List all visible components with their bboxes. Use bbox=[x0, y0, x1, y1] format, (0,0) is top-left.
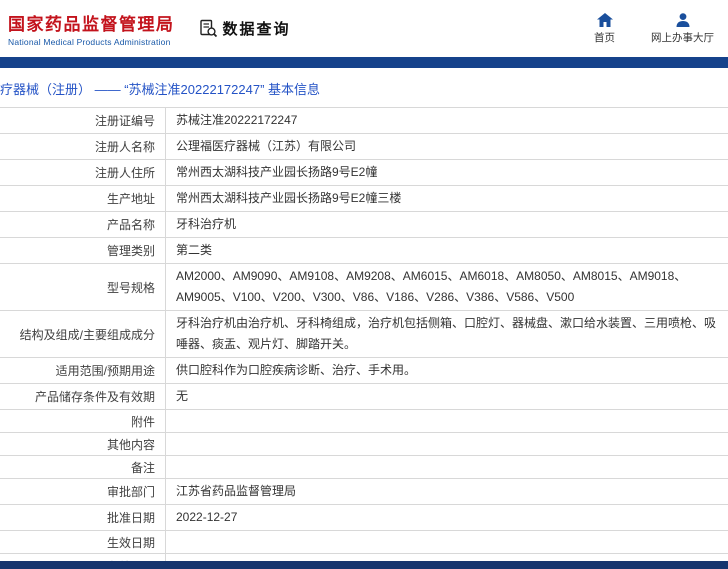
table-row: 附件 bbox=[0, 410, 728, 433]
table-row: 产品储存条件及有效期 无 bbox=[0, 384, 728, 410]
table-row: 批准日期 2022-12-27 bbox=[0, 505, 728, 531]
row-value: 公理福医疗器械（江苏）有限公司 bbox=[176, 139, 357, 153]
nav-online-hall[interactable]: 网上办事大厅 bbox=[651, 12, 714, 45]
row-label: 注册人名称 bbox=[0, 134, 166, 159]
row-value bbox=[166, 531, 728, 553]
nav-home-label: 首页 bbox=[594, 31, 615, 44]
row-label: 生效日期 bbox=[0, 531, 166, 553]
agency-name-cn: 国家药品监督管理局 bbox=[8, 15, 175, 34]
row-value: 第二类 bbox=[176, 243, 213, 257]
user-icon bbox=[675, 12, 691, 27]
agency-name-en: National Medical Products Administration bbox=[8, 37, 171, 47]
row-value: 江苏省药品监督管理局 bbox=[176, 484, 297, 498]
data-query-section: 数据查询 bbox=[199, 18, 291, 39]
row-label: 结构及组成/主要组成成分 bbox=[0, 311, 166, 357]
row-label: 备注 bbox=[0, 456, 166, 478]
row-label: 产品名称 bbox=[0, 212, 166, 237]
row-label: 其他内容 bbox=[0, 433, 166, 455]
table-row: 结构及组成/主要组成成分 牙科治疗机由治疗机、牙科椅组成，治疗机包括侧箱、口腔灯… bbox=[0, 311, 728, 358]
row-label: 管理类别 bbox=[0, 238, 166, 263]
table-row: 备注 bbox=[0, 456, 728, 479]
row-value: 常州西太湖科技产业园长扬路9号E2幢三楼 bbox=[176, 191, 402, 205]
table-row: 审批部门 江苏省药品监督管理局 bbox=[0, 479, 728, 505]
row-value: AM2000、AM9090、AM9108、AM9208、AM6015、AM601… bbox=[176, 269, 687, 304]
row-label: 批准日期 bbox=[0, 505, 166, 530]
row-value bbox=[166, 456, 728, 478]
nav-home[interactable]: 首页 bbox=[594, 12, 615, 45]
table-row: 注册人住所 常州西太湖科技产业园长扬路9号E2幢 bbox=[0, 160, 728, 186]
table-row: 生效日期 bbox=[0, 531, 728, 554]
registration-info-table: 注册证编号 苏械注准20222172247 注册人名称 公理福医疗器械（江苏）有… bbox=[0, 107, 728, 569]
row-label: 附件 bbox=[0, 410, 166, 432]
data-query-icon bbox=[199, 19, 218, 38]
table-row: 注册人名称 公理福医疗器械（江苏）有限公司 bbox=[0, 134, 728, 160]
table-row: 产品名称 牙科治疗机 bbox=[0, 212, 728, 238]
row-value: 常州西太湖科技产业园长扬路9号E2幢 bbox=[176, 165, 378, 179]
footer-bar bbox=[0, 561, 728, 569]
header-divider-bar bbox=[0, 57, 728, 68]
row-value: 2022-12-27 bbox=[176, 510, 238, 524]
nav-online-hall-label: 网上办事大厅 bbox=[651, 31, 714, 44]
table-row: 适用范围/预期用途 供口腔科作为口腔疾病诊断、治疗、手术用。 bbox=[0, 358, 728, 384]
row-label: 注册证编号 bbox=[0, 108, 166, 133]
page-title: 医疗器械（注册） —— “苏械注准20222172247” 基本信息 bbox=[0, 82, 321, 97]
data-query-title: 数据查询 bbox=[222, 21, 291, 38]
table-row: 型号规格 AM2000、AM9090、AM9108、AM9208、AM6015、… bbox=[0, 264, 728, 311]
row-value: 无 bbox=[176, 389, 189, 403]
row-value: 牙科治疗机由治疗机、牙科椅组成，治疗机包括侧箱、口腔灯、器械盘、漱口给水装置、三… bbox=[176, 316, 717, 351]
row-value: 苏械注准20222172247 bbox=[176, 113, 298, 127]
row-label: 注册人住所 bbox=[0, 160, 166, 185]
row-value: 供口腔科作为口腔疾病诊断、治疗、手术用。 bbox=[176, 363, 417, 377]
header: 国家药品监督管理局 National Medical Products Admi… bbox=[0, 0, 728, 57]
row-label: 适用范围/预期用途 bbox=[0, 358, 166, 383]
row-label: 产品储存条件及有效期 bbox=[0, 384, 166, 409]
agency-brand[interactable]: 国家药品监督管理局 National Medical Products Admi… bbox=[8, 10, 175, 47]
row-label: 生产地址 bbox=[0, 186, 166, 211]
row-label: 审批部门 bbox=[0, 479, 166, 504]
home-icon bbox=[596, 12, 613, 27]
row-label: 型号规格 bbox=[0, 264, 166, 310]
page: 国家药品监督管理局 National Medical Products Admi… bbox=[0, 0, 728, 569]
table-row: 生产地址 常州西太湖科技产业园长扬路9号E2幢三楼 bbox=[0, 186, 728, 212]
row-value bbox=[166, 433, 728, 455]
table-row: 管理类别 第二类 bbox=[0, 238, 728, 264]
table-row: 其他内容 bbox=[0, 433, 728, 456]
table-row: 注册证编号 苏械注准20222172247 bbox=[0, 108, 728, 134]
row-value bbox=[166, 410, 728, 432]
row-value: 牙科治疗机 bbox=[176, 217, 237, 231]
